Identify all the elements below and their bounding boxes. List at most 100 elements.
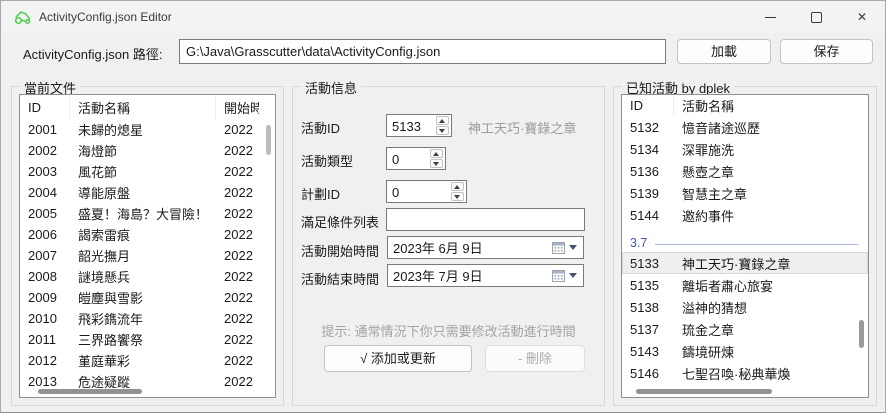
arrow-up-icon xyxy=(439,119,445,123)
cell: 5133 xyxy=(622,256,674,271)
activity-id-value[interactable]: 5133 xyxy=(387,115,434,136)
delete-button[interactable]: - 刪除 xyxy=(485,345,585,372)
activity-row[interactable]: 2002海燈節2022 xyxy=(20,140,275,161)
add-or-update-button[interactable]: √ 添加或更新 xyxy=(324,345,472,372)
cell: 謁索雷痕 xyxy=(70,225,216,244)
known-activity-row[interactable]: 5135離垢者肅心旅宴 xyxy=(622,274,868,296)
save-button[interactable]: 保存 xyxy=(780,39,873,64)
vertical-scrollbar[interactable] xyxy=(859,320,864,348)
cell: 2004 xyxy=(20,185,70,200)
step-down-button[interactable] xyxy=(430,159,443,168)
cell: 5138 xyxy=(622,300,674,315)
column-header-start[interactable]: 開始時間 xyxy=(216,95,259,119)
cell: 5134 xyxy=(622,142,674,157)
arrow-down-icon xyxy=(454,195,460,199)
schedule-id-value[interactable]: 0 xyxy=(387,181,449,202)
known-activity-row[interactable]: 5139智慧主之章 xyxy=(622,182,868,204)
cell: 導能原盤 xyxy=(70,183,216,202)
activity-row[interactable]: 2004導能原盤2022 xyxy=(20,182,275,203)
cell: 神工天巧·寶錄之章 xyxy=(674,254,868,273)
cell: 堇庭華彩 xyxy=(70,351,216,370)
calendar-icon xyxy=(552,270,565,282)
known-activity-row[interactable]: 5132憶音諸途巡歷 xyxy=(622,116,868,138)
minimize-button[interactable] xyxy=(747,1,793,33)
vertical-scrollbar[interactable] xyxy=(266,125,271,155)
end-time-picker[interactable]: 2023年 7月 9日 xyxy=(387,264,584,287)
cell: 謎境懸兵 xyxy=(70,267,216,286)
activity-row[interactable]: 2012堇庭華彩2022 xyxy=(20,350,275,371)
cell: 懸壺之章 xyxy=(674,162,868,181)
list-rows: 5132憶音諸途巡歷5134深罪施洗5136懸壺之章5139智慧主之章5144邀… xyxy=(622,116,868,397)
known-activity-row[interactable]: 5137琉金之章 xyxy=(622,318,868,340)
cell: 未歸的熄星 xyxy=(70,120,216,139)
current-file-list: ID 活動名稱 開始時間 2001未歸的熄星20222002海燈節2022200… xyxy=(19,94,276,398)
cell: 琉金之章 xyxy=(674,320,868,339)
known-activities-group: 已知活動 by dplek ID 活動名稱 5132憶音諸途巡歷5134深罪施洗… xyxy=(613,86,877,406)
hint-text: 提示: 通常情況下你只需要修改活動進行時間 xyxy=(296,321,601,340)
cell: 2011 xyxy=(20,332,70,347)
cell: 2001 xyxy=(20,122,70,137)
activity-type-stepper[interactable]: 0 xyxy=(386,147,446,170)
start-time-picker[interactable]: 2023年 6月 9日 xyxy=(387,236,584,259)
cell: 七聖召喚·秘典華煥 xyxy=(674,364,868,383)
list-header: ID 活動名稱 xyxy=(622,95,868,116)
close-icon: ✕ xyxy=(857,11,867,23)
titlebar: ActivityConfig.json Editor ✕ xyxy=(1,1,885,33)
cell: 5137 xyxy=(622,322,674,337)
start-time-label: 活動開始時間 xyxy=(301,241,379,260)
stepper-buttons xyxy=(428,148,445,169)
column-header-name[interactable]: 活動名稱 xyxy=(674,95,868,116)
known-activity-row[interactable]: 5133神工天巧·寶錄之章 xyxy=(622,252,868,274)
current-file-group: 當前文件 ID 活動名稱 開始時間 2001未歸的熄星20222002海燈節20… xyxy=(11,86,284,406)
activity-id-label: 活動ID xyxy=(301,118,340,137)
cell: 2022 xyxy=(216,206,259,221)
activity-row[interactable]: 2008謎境懸兵2022 xyxy=(20,266,275,287)
column-header-id[interactable]: ID xyxy=(622,95,674,116)
step-up-button[interactable] xyxy=(451,182,464,191)
activity-row[interactable]: 2003風花節2022 xyxy=(20,161,275,182)
path-input[interactable] xyxy=(179,39,666,64)
activity-row[interactable]: 2005盛夏！海島？大冒險！2022 xyxy=(20,203,275,224)
cell: 2007 xyxy=(20,248,70,263)
step-up-button[interactable] xyxy=(430,149,443,158)
maximize-button[interactable] xyxy=(793,1,839,33)
dropdown-arrow-icon[interactable] xyxy=(569,245,577,250)
cell: 2022 xyxy=(216,290,259,305)
cell: 皚塵與雪影 xyxy=(70,288,216,307)
close-button[interactable]: ✕ xyxy=(839,1,885,33)
column-header-name[interactable]: 活動名稱 xyxy=(70,95,216,119)
step-up-button[interactable] xyxy=(436,116,449,125)
cell: 2013 xyxy=(20,374,70,389)
horizontal-scrollbar[interactable] xyxy=(636,389,772,394)
dropdown-arrow-icon[interactable] xyxy=(569,273,577,278)
cell: 飛彩鐫流年 xyxy=(70,309,216,328)
known-activity-row[interactable]: 5146七聖召喚·秘典華煥 xyxy=(622,362,868,384)
step-down-button[interactable] xyxy=(436,126,449,135)
condition-list-input[interactable] xyxy=(386,208,585,231)
activity-id-stepper[interactable]: 5133 xyxy=(386,114,452,137)
activity-row[interactable]: 2009皚塵與雪影2022 xyxy=(20,287,275,308)
schedule-id-stepper[interactable]: 0 xyxy=(386,180,467,203)
cell: 2022 xyxy=(216,269,259,284)
horizontal-scrollbar[interactable] xyxy=(38,389,142,394)
cell: 2003 xyxy=(20,164,70,179)
known-activity-row[interactable]: 5144邀約事件 xyxy=(622,204,868,226)
cell: 2022 xyxy=(216,143,259,158)
step-down-button[interactable] xyxy=(451,192,464,201)
column-header-id[interactable]: ID xyxy=(20,95,70,119)
activity-type-value[interactable]: 0 xyxy=(387,148,428,169)
activity-row[interactable]: 2010飛彩鐫流年2022 xyxy=(20,308,275,329)
load-button[interactable]: 加載 xyxy=(677,39,771,64)
activity-row[interactable]: 2007韶光撫月2022 xyxy=(20,245,275,266)
known-activity-row[interactable]: 5134深罪施洗 xyxy=(622,138,868,160)
activity-name-note: 神工天巧·寶錄之章 xyxy=(468,118,576,137)
maximize-icon xyxy=(811,12,822,23)
known-activity-row[interactable]: 5143鑄境研煉 xyxy=(622,340,868,362)
activity-row[interactable]: 2011三界路饗祭2022 xyxy=(20,329,275,350)
cell: 2012 xyxy=(20,353,70,368)
known-activity-row[interactable]: 5136懸壺之章 xyxy=(622,160,868,182)
known-activity-row[interactable]: 5138溢神的猜想 xyxy=(622,296,868,318)
activity-row[interactable]: 2001未歸的熄星2022 xyxy=(20,119,275,140)
activity-row[interactable]: 2006謁索雷痕2022 xyxy=(20,224,275,245)
activity-type-label: 活動類型 xyxy=(301,151,353,170)
